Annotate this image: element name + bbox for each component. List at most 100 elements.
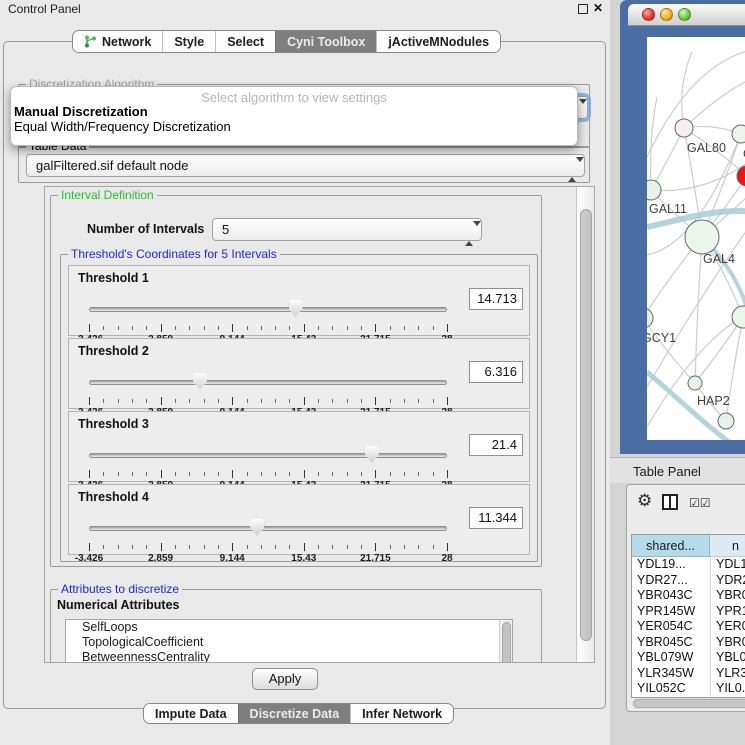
network-node[interactable] (647, 308, 653, 328)
algorithm-dropdown-popup: Select algorithm to view settings Manual… (10, 86, 578, 146)
network-node[interactable] (732, 306, 745, 328)
tab-style[interactable]: Style (162, 31, 215, 52)
threshold-3-slider-handle[interactable] (365, 446, 379, 463)
table-row[interactable]: YPR145WYPR1... (632, 604, 745, 620)
threshold-4-slider-handle[interactable] (250, 519, 264, 536)
list-scrollbar[interactable] (499, 620, 512, 663)
network-edge[interactable] (695, 237, 702, 383)
cell-name: YLR3... (710, 666, 745, 682)
number-of-intervals-combobox[interactable]: 5 (212, 218, 482, 241)
network-edge[interactable] (684, 77, 745, 128)
threshold-4-slider[interactable]: -3.4262.8599.14415.4321.71528 (89, 513, 447, 553)
tick-label: 28 (441, 553, 452, 564)
list-item[interactable]: SelfLoops (66, 620, 512, 635)
node-table: shared... n YDL19...YDL1...YDR27...YDR2.… (631, 534, 745, 698)
threshold-3-panel: Threshold 3-3.4262.8599.14415.4321.71528… (68, 411, 530, 482)
threshold-1-slider-handle[interactable] (289, 300, 303, 317)
tab-label: Discretize Data (250, 707, 340, 721)
tick-label: 2.859 (148, 553, 173, 564)
table-data-combobox[interactable]: galFiltered.sif default node (26, 154, 585, 177)
node-label: GCY1 (647, 331, 676, 345)
node-label: HAP2 (697, 394, 730, 408)
table-hscrollbar[interactable] (632, 698, 745, 709)
network-node[interactable] (718, 413, 734, 429)
threshold-list: Threshold 1-3.4262.8599.14415.4321.71528… (61, 265, 537, 555)
cell-shared-name: YLR345W (632, 666, 710, 682)
slider-track[interactable] (89, 453, 447, 458)
apply-button[interactable]: Apply (252, 668, 318, 690)
network-node[interactable] (685, 220, 719, 254)
scrollbar-thumb[interactable] (580, 209, 592, 641)
slider-track[interactable] (89, 380, 447, 385)
tab-discretize-data[interactable]: Discretize Data (238, 704, 351, 723)
tick-label: 15.43 (291, 553, 316, 564)
settings-scrollpane: Interval Definition Number of Intervals … (44, 186, 595, 663)
threshold-3-value-field[interactable]: 21.4 (469, 434, 523, 456)
settings-scrollbar[interactable] (576, 187, 594, 662)
threshold-3-slider[interactable]: -3.4262.8599.14415.4321.71528 (89, 440, 447, 480)
group-title: Interval Definition (58, 188, 157, 202)
network-edge[interactable] (682, 52, 692, 128)
network-node[interactable] (647, 180, 661, 200)
slider-track[interactable] (89, 526, 447, 531)
cell-shared-name: YBR043C (632, 588, 710, 604)
right-side: GAL80GACGAL11GAL4GCY1HHAP2 Table Panel ⚙… (610, 0, 745, 745)
interval-definition-group: Interval Definition Number of Intervals … (50, 195, 542, 567)
threshold-2-slider-handle[interactable] (193, 373, 207, 390)
threshold-2-slider[interactable]: -3.4262.8599.14415.4321.71528 (89, 367, 447, 407)
table-row[interactable]: YIL052CYIL0... (632, 681, 745, 697)
tab-impute-data[interactable]: Impute Data (144, 704, 238, 723)
attribute-items: SelfLoopsTopologicalCoefficientBetweenne… (66, 620, 512, 663)
float-window-icon[interactable] (578, 4, 588, 14)
threshold-1-value-field[interactable]: 14.713 (469, 288, 523, 310)
scrollbar-thumb[interactable] (633, 699, 745, 708)
tick-label: -3.426 (75, 553, 103, 564)
network-edge[interactable] (651, 128, 684, 190)
network-edge[interactable] (647, 318, 695, 383)
combo-arrows-icon (465, 223, 473, 244)
dropdown-item-manual-discretization[interactable]: Manual Discretization (14, 104, 148, 119)
network-node[interactable] (688, 376, 702, 390)
table-row[interactable]: YBR045CYBR0... (632, 635, 745, 651)
cell-name: YDR2... (710, 573, 745, 589)
table-data-value: galFiltered.sif default node (36, 158, 188, 173)
table-row[interactable]: YER054CYER0... (632, 619, 745, 635)
list-item[interactable]: TopologicalCoefficient (66, 635, 512, 650)
table-row[interactable]: YDR27...YDR2... (632, 573, 745, 589)
checkboxes-icon[interactable]: ☑☑ (689, 496, 711, 510)
column-header-shared-name[interactable]: shared... (632, 535, 710, 557)
list-item[interactable]: BetweennessCentrality (66, 650, 512, 663)
network-node[interactable] (732, 125, 745, 143)
gear-icon[interactable]: ⚙ (637, 492, 652, 509)
tab-jactivemnodules[interactable]: jActiveMNodules (376, 31, 500, 52)
network-canvas[interactable]: GAL80GACGAL11GAL4GCY1HHAP2 (647, 37, 745, 440)
column-view-icon[interactable] (662, 494, 678, 510)
table-row[interactable]: YBL079WYBL0... (632, 650, 745, 666)
cell-shared-name: YPR145W (632, 604, 710, 620)
close-icon[interactable]: ✕ (593, 1, 603, 15)
slider-ticks (89, 543, 447, 552)
zoom-button[interactable] (678, 8, 691, 21)
column-header-name[interactable]: n (710, 535, 745, 557)
threshold-4-value-field[interactable]: 11.344 (469, 507, 523, 529)
tab-cyni-toolbox[interactable]: Cyni Toolbox (275, 31, 376, 52)
threshold-2-value-field[interactable]: 6.316 (469, 361, 523, 383)
scrollbar-thumb[interactable] (502, 622, 511, 663)
number-of-intervals-value: 5 (222, 222, 229, 237)
tab-select[interactable]: Select (215, 31, 275, 52)
minimize-button[interactable] (660, 8, 673, 21)
close-button[interactable] (642, 8, 655, 21)
slider-track[interactable] (89, 307, 447, 312)
threshold-2-panel: Threshold 2-3.4262.8599.14415.4321.71528… (68, 338, 530, 409)
tab-network[interactable]: Network (73, 31, 162, 52)
cell-name: YDL1... (710, 557, 745, 573)
table-row[interactable]: YLR345WYLR3... (632, 666, 745, 682)
threshold-1-slider[interactable]: -3.4262.8599.14415.4321.71528 (89, 294, 447, 334)
table-row[interactable]: YBR043CYBR0... (632, 588, 745, 604)
table-row[interactable]: YDL19...YDL1... (632, 557, 745, 573)
network-node[interactable] (675, 119, 693, 137)
tick-label: 21.715 (360, 553, 391, 564)
dropdown-item-equal-width-frequency[interactable]: Equal Width/Frequency Discretization (14, 119, 231, 134)
tab-infer-network[interactable]: Infer Network (350, 704, 453, 723)
group-title: Attributes to discretize (58, 582, 182, 596)
